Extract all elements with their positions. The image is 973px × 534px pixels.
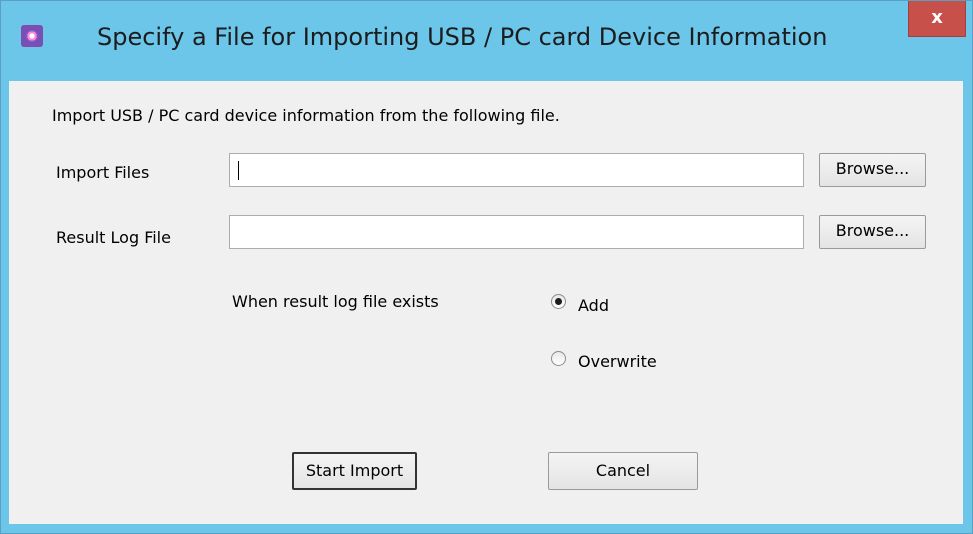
title-bar[interactable]: Specify a File for Importing USB / PC ca… [1, 1, 972, 81]
import-dialog-window: Specify a File for Importing USB / PC ca… [0, 0, 973, 534]
app-icon [21, 25, 43, 47]
add-radio[interactable] [551, 294, 566, 309]
overwrite-option-label[interactable]: Overwrite [578, 352, 657, 371]
close-button[interactable]: x [908, 1, 966, 37]
start-import-button[interactable]: Start Import [292, 452, 417, 490]
import-files-browse-button[interactable]: Browse... [819, 153, 926, 187]
add-option-label[interactable]: Add [578, 296, 609, 315]
import-files-input[interactable] [229, 153, 804, 187]
result-log-file-browse-button[interactable]: Browse... [819, 215, 926, 249]
window-title: Specify a File for Importing USB / PC ca… [97, 23, 828, 51]
dialog-body: Import USB / PC card device information … [9, 81, 963, 524]
instruction-text: Import USB / PC card device information … [52, 106, 560, 125]
when-exists-label: When result log file exists [232, 292, 439, 311]
overwrite-radio[interactable] [551, 351, 566, 366]
result-log-file-input[interactable] [229, 215, 804, 249]
cancel-button[interactable]: Cancel [548, 452, 698, 490]
result-log-file-label: Result Log File [56, 228, 171, 247]
text-caret [238, 161, 239, 180]
import-files-label: Import Files [56, 163, 150, 182]
